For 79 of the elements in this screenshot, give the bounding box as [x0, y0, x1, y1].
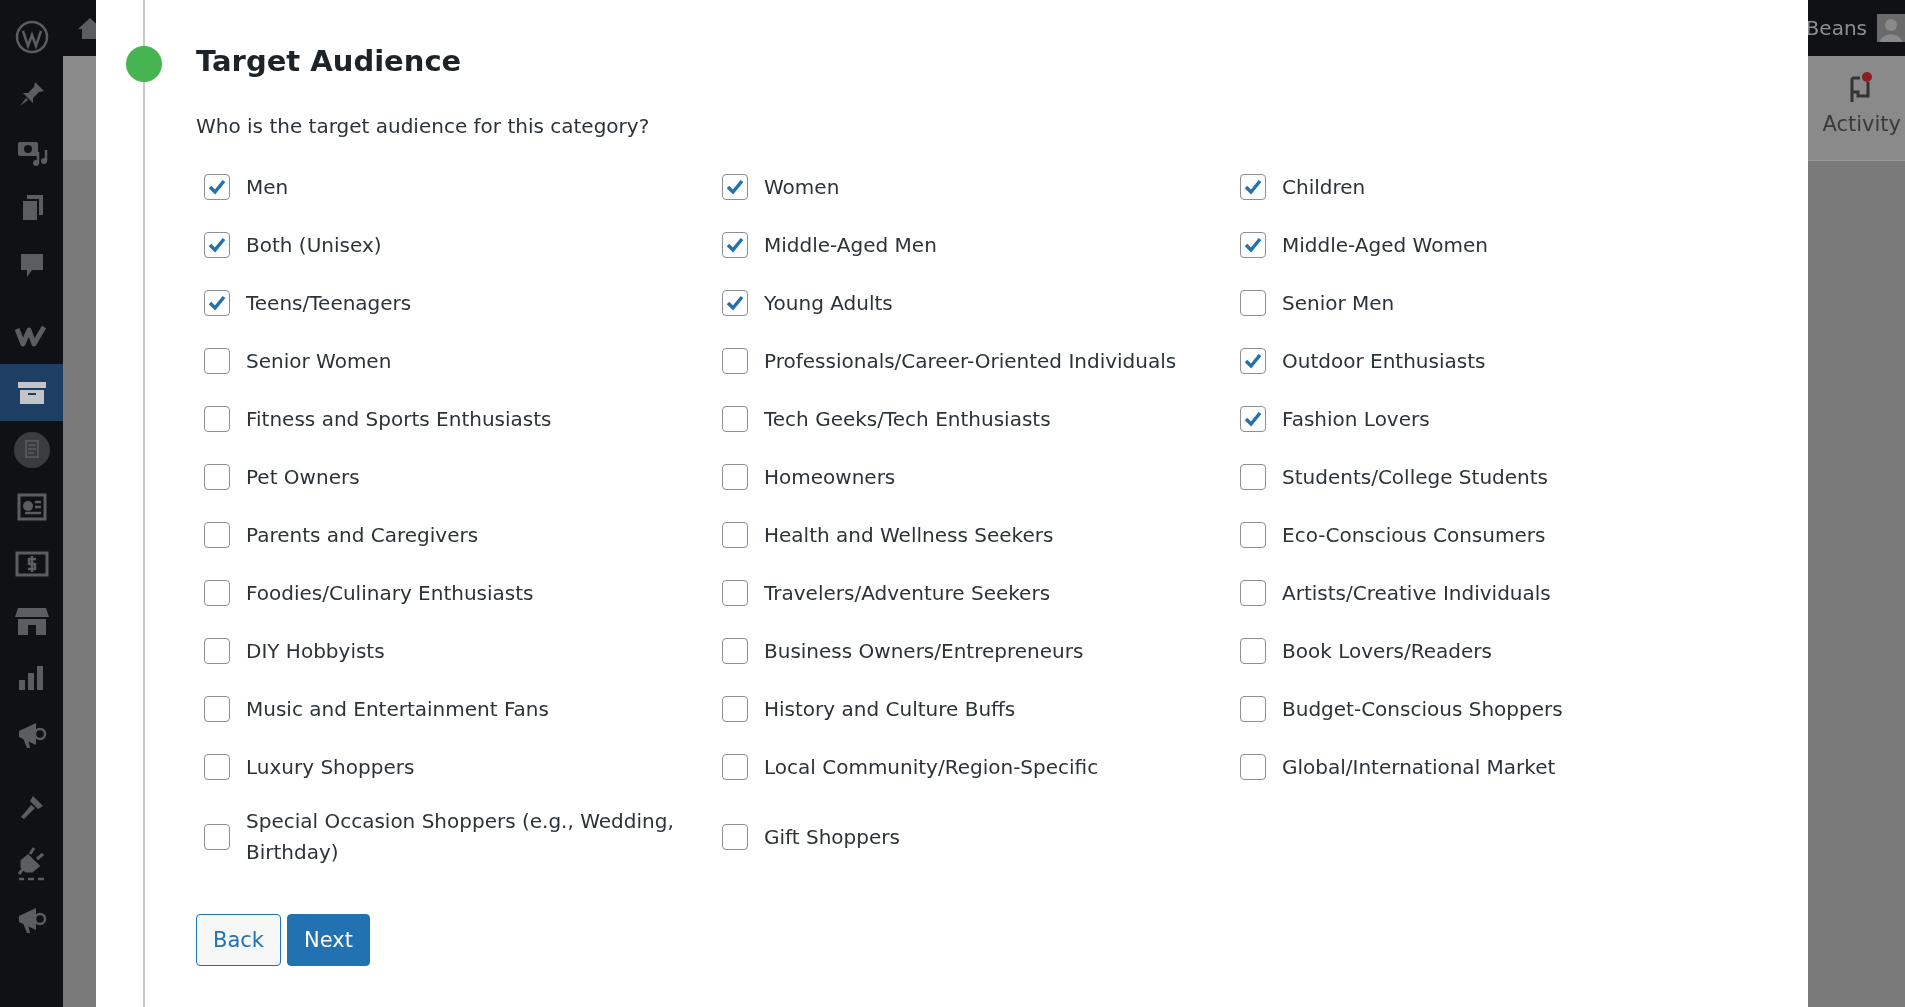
checkbox[interactable]: [722, 580, 748, 606]
checkbox[interactable]: [1240, 290, 1266, 316]
checkbox-label[interactable]: Global/International Market: [1282, 751, 1556, 783]
checkbox-label[interactable]: Book Lovers/Readers: [1282, 635, 1492, 667]
checkbox-label[interactable]: Foodies/Culinary Enthusiasts: [246, 577, 534, 609]
checkbox[interactable]: [204, 754, 230, 780]
checkbox-label[interactable]: Young Adults: [764, 287, 893, 319]
checkbox-label[interactable]: Tech Geeks/Tech Enthusiasts: [764, 403, 1051, 435]
checkbox-label[interactable]: Eco-Conscious Consumers: [1282, 519, 1546, 551]
checkbox-label[interactable]: Women: [764, 171, 840, 203]
checkbox[interactable]: [204, 232, 230, 258]
step-title: Target Audience: [196, 44, 463, 78]
checkbox-label[interactable]: Children: [1282, 171, 1366, 203]
checkbox[interactable]: [204, 174, 230, 200]
checkbox[interactable]: [722, 348, 748, 374]
checkbox-label[interactable]: Homeowners: [764, 461, 896, 493]
checkbox-label[interactable]: Budget-Conscious Shoppers: [1282, 693, 1563, 725]
checkbox-label[interactable]: Middle-Aged Women: [1282, 229, 1488, 261]
checkbox-label[interactable]: Outdoor Enthusiasts: [1282, 345, 1486, 377]
checkbox[interactable]: [204, 638, 230, 664]
checkbox[interactable]: [722, 406, 748, 432]
checkbox[interactable]: [204, 406, 230, 432]
checkbox[interactable]: [204, 824, 230, 850]
checkbox[interactable]: [722, 464, 748, 490]
checkbox-label[interactable]: Senior Men: [1282, 287, 1395, 319]
checkbox[interactable]: [204, 522, 230, 548]
checkbox-label[interactable]: Fitness and Sports Enthusiasts: [246, 403, 552, 435]
checkbox[interactable]: [1240, 522, 1266, 548]
wordpress-logo-icon[interactable]: [14, 19, 49, 54]
report-card-icon[interactable]: [16, 492, 47, 521]
checkbox-label[interactable]: Professionals/Career-Oriented Individuals: [764, 345, 1177, 377]
checkbox[interactable]: [1240, 232, 1266, 258]
checkbox[interactable]: [722, 232, 748, 258]
checkbox[interactable]: [722, 696, 748, 722]
checkbox-label[interactable]: Health and Wellness Seekers: [764, 519, 1054, 551]
checkbox-label[interactable]: Special Occasion Shoppers (e.g., Wedding, Birthday): [246, 806, 686, 868]
checkbox-label[interactable]: Teens/Teenagers: [246, 287, 412, 319]
checkbox[interactable]: [204, 464, 230, 490]
checkbox-label[interactable]: History and Culture Buffs: [764, 693, 1016, 725]
question-text: Who is the target audience for this category?: [196, 114, 651, 138]
checkbox-label[interactable]: Music and Entertainment Fans: [246, 693, 549, 725]
checkbox[interactable]: [1240, 696, 1266, 722]
checkbox[interactable]: [1240, 348, 1266, 374]
dollar-card-icon[interactable]: [14, 549, 49, 578]
checkbox[interactable]: [722, 824, 748, 850]
checkbox[interactable]: [1240, 174, 1266, 200]
checkbox[interactable]: [722, 174, 748, 200]
checkbox-label[interactable]: Middle-Aged Men: [764, 229, 937, 261]
checkbox-label[interactable]: Local Community/Region-Specific: [764, 751, 1099, 783]
next-button[interactable]: Next: [287, 914, 370, 966]
checkbox-label[interactable]: Gift Shoppers: [764, 821, 900, 853]
checkbox-label[interactable]: Business Owners/Entrepreneurs: [764, 635, 1084, 667]
checkbox-label[interactable]: Fashion Lovers: [1282, 403, 1430, 435]
scroll-icon[interactable]: [12, 430, 51, 469]
checkbox-label[interactable]: Senior Women: [246, 345, 392, 377]
step-status-dot: [126, 46, 162, 82]
checkbox[interactable]: [1240, 580, 1266, 606]
checkbox[interactable]: [1240, 754, 1266, 780]
checkbox[interactable]: [722, 638, 748, 664]
checkbox-label[interactable]: DIY Hobbyists: [246, 635, 385, 667]
checkbox-label[interactable]: Artists/Creative Individuals: [1282, 577, 1551, 609]
checkbox-label[interactable]: Men: [246, 171, 289, 203]
checkbox[interactable]: [1240, 464, 1266, 490]
checkbox[interactable]: [722, 754, 748, 780]
checkbox[interactable]: [722, 290, 748, 316]
back-button[interactable]: Back: [196, 914, 281, 966]
checkbox-label[interactable]: Both (Unisex): [246, 229, 382, 261]
checkbox-label[interactable]: Travelers/Adventure Seekers: [764, 577, 1051, 609]
checkbox[interactable]: [204, 696, 230, 722]
checkbox[interactable]: [1240, 406, 1266, 432]
checkbox[interactable]: [204, 348, 230, 374]
checkbox[interactable]: [204, 580, 230, 606]
checkbox-label[interactable]: Students/College Students: [1282, 461, 1548, 493]
checkbox[interactable]: [204, 290, 230, 316]
checkbox-label[interactable]: Pet Owners: [246, 461, 360, 493]
checkbox-label[interactable]: Parents and Caregivers: [246, 519, 479, 551]
checkbox[interactable]: [1240, 638, 1266, 664]
checkbox-label[interactable]: Luxury Shoppers: [246, 751, 415, 783]
checkbox[interactable]: [722, 522, 748, 548]
